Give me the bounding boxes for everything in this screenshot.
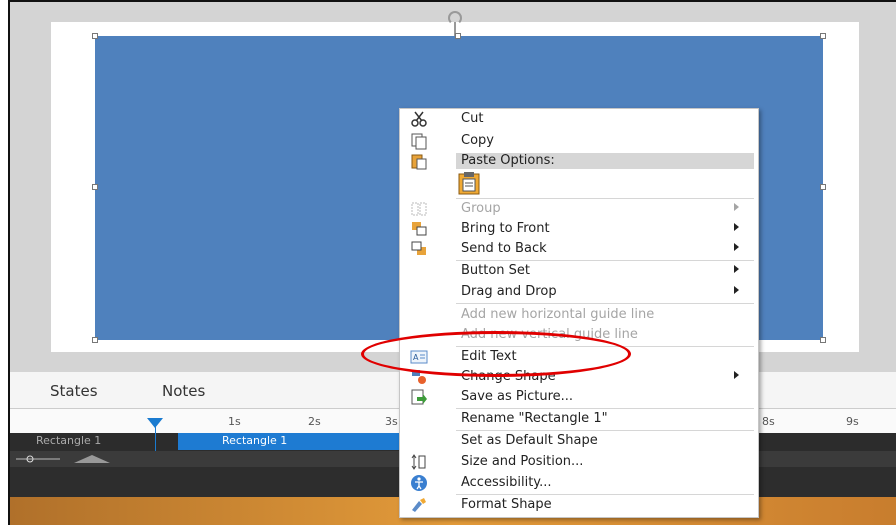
ruler-tick: 9s — [846, 415, 859, 428]
menu-item-add-horizontal-guide: Add new horizontal guide line — [400, 305, 758, 325]
submenu-arrow-icon — [734, 223, 739, 231]
submenu-arrow-icon — [734, 265, 739, 273]
paste-icon — [411, 154, 427, 170]
menu-item-accessibility[interactable]: Accessibility... — [400, 473, 758, 493]
scissors-icon — [411, 111, 427, 127]
menu-item-label: Copy — [461, 133, 494, 148]
menu-item-label: Cut — [461, 111, 484, 126]
submenu-arrow-icon — [734, 371, 739, 379]
menu-item-label: Set as Default Shape — [461, 433, 598, 448]
red-highlight-ellipse — [361, 331, 631, 377]
resize-handle-top-right[interactable] — [820, 33, 826, 39]
menu-item-label: Add new horizontal guide line — [461, 307, 655, 322]
format-shape-icon — [412, 498, 426, 512]
playhead-icon[interactable] — [147, 418, 163, 428]
accessibility-icon — [411, 475, 427, 491]
menu-item-label: Button Set — [461, 263, 531, 278]
send-back-icon — [411, 241, 426, 255]
submenu-arrow-icon — [734, 203, 739, 211]
menu-item-rename[interactable]: Rename "Rectangle 1" — [400, 409, 758, 429]
track-bar[interactable] — [178, 433, 408, 450]
menu-item-button-set[interactable]: Button Set — [400, 261, 758, 281]
ruler-tick: 3s — [385, 415, 398, 428]
menu-item-label: Save as Picture... — [461, 389, 574, 404]
menu-item-size-and-position[interactable]: Size and Position... — [400, 452, 758, 472]
menu-item-label: Accessibility... — [461, 475, 552, 490]
copy-icon — [411, 133, 427, 150]
menu-item-set-default-shape[interactable]: Set as Default Shape — [400, 431, 758, 451]
menu-item-label: Send to Back — [461, 241, 547, 256]
menu-item-label: Group — [461, 201, 501, 216]
resize-handle-top-left[interactable] — [92, 33, 98, 39]
menu-item-paste-options: Paste Options: — [400, 151, 758, 171]
resize-handle-top-center[interactable] — [455, 33, 461, 39]
group-icon — [411, 202, 427, 216]
resize-handle-middle-right[interactable] — [820, 184, 826, 190]
menu-item-send-to-back[interactable]: Send to Back — [400, 239, 758, 259]
menu-item-label: Size and Position... — [461, 454, 584, 469]
menu-item-group: Group — [400, 199, 758, 219]
submenu-arrow-icon — [734, 286, 739, 294]
resize-handle-bottom-right[interactable] — [820, 337, 826, 343]
menu-item-label: Format Shape — [461, 497, 552, 512]
menu-item-copy[interactable]: Copy — [400, 131, 758, 151]
menu-item-drag-and-drop[interactable]: Drag and Drop — [400, 282, 758, 302]
ruler-tick: 2s — [308, 415, 321, 428]
menu-item-bring-to-front[interactable]: Bring to Front — [400, 219, 758, 239]
menu-item-cut[interactable]: Cut — [400, 109, 758, 129]
menu-item-label: Bring to Front — [461, 221, 550, 236]
menu-item-label: Paste Options: — [461, 153, 555, 168]
context-menu: Cut Copy Paste Options: Group Bring to F… — [399, 108, 759, 518]
zoom-slider-icon[interactable]: ◂ — [10, 451, 150, 467]
ruler-tick: 1s — [228, 415, 241, 428]
resize-handle-bottom-left[interactable] — [92, 337, 98, 343]
submenu-arrow-icon — [734, 243, 739, 251]
track-name: Rectangle 1 — [36, 434, 102, 447]
tab-notes[interactable]: Notes — [162, 382, 205, 400]
bring-front-icon — [412, 222, 427, 236]
tab-states[interactable]: States — [50, 382, 98, 400]
resize-handle-middle-left[interactable] — [92, 184, 98, 190]
clipboard-icon[interactable] — [456, 171, 482, 195]
track-bar-label: Rectangle 1 — [222, 434, 288, 447]
ruler-tick: 8s — [762, 415, 775, 428]
size-position-icon — [411, 454, 426, 470]
menu-item-label: Rename "Rectangle 1" — [461, 411, 608, 426]
menu-item-save-as-picture[interactable]: Save as Picture... — [400, 387, 758, 407]
menu-separator — [456, 303, 754, 304]
menu-item-format-shape[interactable]: Format Shape — [400, 495, 758, 515]
save-picture-icon — [411, 389, 427, 405]
menu-item-label: Drag and Drop — [461, 284, 557, 299]
